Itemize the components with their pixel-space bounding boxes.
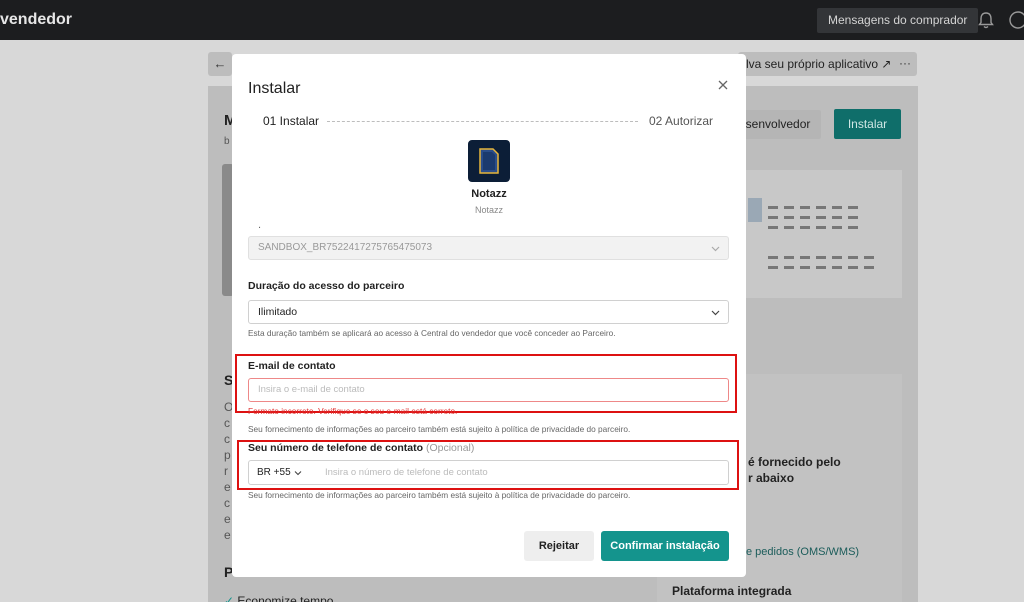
shop-select: SANDBOX_BR7522417275765475073 xyxy=(248,236,729,260)
bg-letter: r xyxy=(224,464,228,478)
chevron-down-icon xyxy=(711,246,720,252)
step-divider xyxy=(327,121,638,122)
chevron-down-icon xyxy=(711,310,720,316)
back-arrow-icon[interactable]: ← xyxy=(208,52,232,76)
app-name: Notazz xyxy=(471,188,507,200)
bg-letter: e xyxy=(224,480,231,494)
bell-icon[interactable] xyxy=(976,10,996,30)
modal-title: Instalar xyxy=(248,80,301,97)
step-install: 01 Instalar xyxy=(263,114,320,128)
benefit-item-label: Economize tempo xyxy=(237,594,334,602)
document-icon xyxy=(479,148,499,174)
develop-app-link[interactable]: lva seu próprio aplicativo ↗ xyxy=(738,52,900,76)
app-logo xyxy=(468,140,510,182)
field-label: . xyxy=(258,219,262,231)
user-icon[interactable] xyxy=(1008,10,1024,30)
duration-help: Esta duração também se aplicará ao acess… xyxy=(248,328,616,338)
email-label: E-mail de contato xyxy=(248,360,336,372)
screenshot-preview xyxy=(746,170,902,298)
more-options-button[interactable]: ··· xyxy=(893,52,917,76)
check-icon: ✓ xyxy=(224,594,235,602)
external-link-icon: ↗ xyxy=(881,57,892,71)
email-field[interactable]: Insira o e-mail de contato xyxy=(248,378,729,402)
app-developer: Notazz xyxy=(474,205,503,215)
platform-heading: Plataforma integrada xyxy=(672,584,792,598)
duration-select-value: Ilimitado xyxy=(258,306,298,318)
confirm-install-button[interactable]: Confirmar instalação xyxy=(601,531,729,561)
optional-tag: (Opcional) xyxy=(425,442,475,454)
phone-help: Seu fornecimento de informações ao parce… xyxy=(248,490,631,500)
duration-label: Duração do acesso do parceiro xyxy=(248,280,405,292)
develop-app-link-label: lva seu próprio aplicativo xyxy=(746,57,879,71)
bg-letter: e xyxy=(224,512,231,526)
top-bar: vendedor Mensagens do comprador xyxy=(0,0,1024,40)
step-authorize: 02 Autorizar xyxy=(649,114,714,128)
install-modal: Instalar 01 Instalar 02 Autorizar Notazz… xyxy=(232,54,746,577)
phone-input[interactable]: Insira o número de telefone de contato xyxy=(325,461,488,484)
email-help: Seu fornecimento de informações ao parce… xyxy=(248,424,631,434)
phone-label-text: Seu número de telefone de contato xyxy=(248,442,424,454)
install-button[interactable]: Instalar xyxy=(834,109,901,139)
duration-select[interactable]: Ilimitado xyxy=(248,300,729,324)
bg-letter: c xyxy=(224,432,230,446)
bg-letter: c xyxy=(224,416,230,430)
phone-label: Seu número de telefone de contato (Opcio… xyxy=(248,442,474,454)
phone-field: BR +55 Insira o número de telefone de co… xyxy=(248,460,729,485)
shop-select-value: SANDBOX_BR7522417275765475073 xyxy=(258,242,433,253)
bg-letter: e xyxy=(224,528,231,542)
oms-link[interactable]: e pedidos (OMS/WMS) xyxy=(746,546,859,558)
info-text: r abaixo xyxy=(748,471,795,485)
country-code-select[interactable]: BR +55 xyxy=(257,461,291,484)
email-error: Formato incorreto. Verifique se o seu e-… xyxy=(248,406,458,416)
screenshot-preview-graphic xyxy=(748,198,874,269)
buyer-messages-button[interactable]: Mensagens do comprador xyxy=(817,8,979,33)
chevron-down-icon xyxy=(294,471,302,476)
info-text: é fornecido pelo xyxy=(748,455,841,469)
bg-letter: c xyxy=(224,496,230,510)
reject-button[interactable]: Rejeitar xyxy=(524,531,594,561)
benefit-item: ✓ Economize tempo xyxy=(224,594,333,602)
brand-title: vendedor xyxy=(0,11,73,28)
close-icon[interactable] xyxy=(716,78,730,92)
developer-button[interactable]: esenvolvedor xyxy=(733,110,821,139)
bg-letter: p xyxy=(224,448,231,462)
bg-letter: b xyxy=(224,136,230,147)
